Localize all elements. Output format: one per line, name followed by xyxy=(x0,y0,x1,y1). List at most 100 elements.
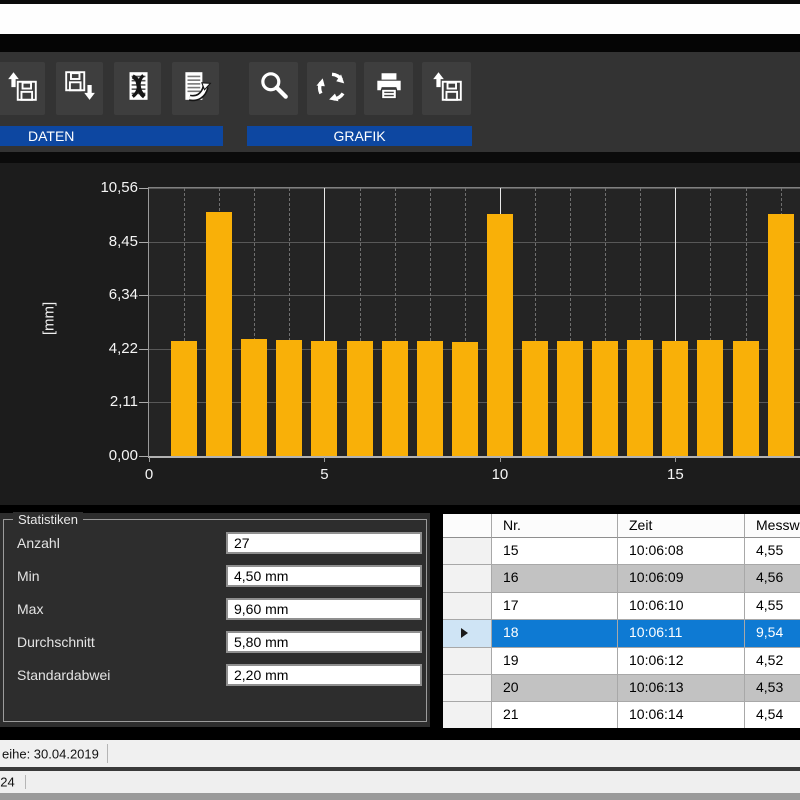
anzahl-field[interactable] xyxy=(226,532,422,554)
printer-icon xyxy=(372,69,406,108)
cell-messwert[interactable]: 4,56 xyxy=(745,565,800,592)
row-selector-cell[interactable] xyxy=(443,620,492,647)
row-selector-cell[interactable] xyxy=(443,648,492,675)
y-tick-label: 6,34 xyxy=(82,286,138,303)
refresh-button[interactable] xyxy=(307,62,356,115)
chart-bar xyxy=(557,341,583,456)
save-graphic-button[interactable] xyxy=(422,62,471,115)
stat-row-durchschnitt: Durchschnitt xyxy=(4,631,426,653)
cell-messwert[interactable]: 9,54 xyxy=(745,620,800,647)
save-data-button[interactable] xyxy=(56,62,103,115)
cell-zeit[interactable]: 10:06:13 xyxy=(618,675,745,702)
cell-nr[interactable]: 15 xyxy=(492,538,618,565)
cell-nr[interactable]: 16 xyxy=(492,565,618,592)
table-row[interactable]: 1510:06:084,55 xyxy=(443,538,800,565)
y-tick-label: 8,45 xyxy=(82,233,138,250)
chart-bar xyxy=(662,341,688,456)
chart-bar xyxy=(487,214,513,456)
x-tick-label: 5 xyxy=(304,466,344,483)
chart-bar xyxy=(697,340,723,456)
min-field[interactable] xyxy=(226,565,422,587)
durchschnitt-field[interactable] xyxy=(226,631,422,653)
table-row[interactable]: 1910:06:124,52 xyxy=(443,648,800,675)
measurement-table: Nr. Zeit Messwert 1510:06:084,551610:06:… xyxy=(443,514,800,728)
cell-zeit[interactable]: 10:06:12 xyxy=(618,648,745,675)
cell-nr[interactable]: 18 xyxy=(492,620,618,647)
title-bar xyxy=(0,4,800,35)
table-body: 1510:06:084,551610:06:094,561710:06:104,… xyxy=(443,538,800,728)
chart-bar xyxy=(241,339,267,456)
separator-strip xyxy=(0,34,800,52)
statistics-title: Statistiken xyxy=(13,512,83,527)
toolbar-group-daten: DATEN xyxy=(0,126,223,146)
bar-chart: [mm] 0,002,114,226,348,4510,56051015 xyxy=(0,163,800,505)
cell-nr[interactable]: 17 xyxy=(492,593,618,620)
status-bar-2: 424 xyxy=(0,771,800,793)
bottom-section: Statistiken Anzahl Min Max Durchschnitt xyxy=(0,505,800,737)
export-data-button[interactable] xyxy=(172,62,219,115)
cell-messwert[interactable]: 4,54 xyxy=(745,702,800,728)
column-header-zeit[interactable]: Zeit xyxy=(618,514,745,538)
cell-messwert[interactable]: 4,53 xyxy=(745,675,800,702)
cell-messwert[interactable]: 4,52 xyxy=(745,648,800,675)
y-tick-mark xyxy=(139,242,148,243)
row-selector-cell[interactable] xyxy=(443,593,492,620)
delete-data-button[interactable] xyxy=(114,62,161,115)
chart-bar xyxy=(171,341,197,456)
table-row[interactable]: 2010:06:134,53 xyxy=(443,675,800,702)
table-row[interactable]: 1810:06:119,54 xyxy=(443,620,800,647)
window-bottom-edge xyxy=(0,793,800,800)
print-button[interactable] xyxy=(364,62,413,115)
cell-zeit[interactable]: 10:06:10 xyxy=(618,593,745,620)
floppy-up-icon xyxy=(430,69,464,108)
cell-nr[interactable]: 19 xyxy=(492,648,618,675)
max-field[interactable] xyxy=(226,598,422,620)
standardabwei-label: Standardabwei xyxy=(17,667,110,683)
cell-zeit[interactable]: 10:06:09 xyxy=(618,565,745,592)
x-tick-mark xyxy=(500,457,501,462)
x-tick-mark xyxy=(149,457,150,462)
row-selector-cell[interactable] xyxy=(443,538,492,565)
column-header-messwert[interactable]: Messwert xyxy=(745,514,800,538)
y-axis-title: [mm] xyxy=(41,299,58,339)
chart-bar xyxy=(311,341,337,456)
chart-bar xyxy=(276,340,302,456)
app-window: DATEN GRAFIK [mm] 0,002,114,226,348,4510… xyxy=(0,0,800,800)
column-header-nr[interactable]: Nr. xyxy=(492,514,618,538)
floppy-down-icon xyxy=(63,69,97,108)
cell-messwert[interactable]: 4,55 xyxy=(745,538,800,565)
toolbar-group-daten-label: DATEN xyxy=(28,126,74,146)
statistics-panel: Statistiken Anzahl Min Max Durchschnitt xyxy=(0,513,430,727)
cell-zeit[interactable]: 10:06:14 xyxy=(618,702,745,728)
open-data-button[interactable] xyxy=(0,62,45,115)
selected-row-arrow-icon xyxy=(461,628,468,638)
stat-row-min: Min xyxy=(4,565,426,587)
stat-row-standardabwei: Standardabwei xyxy=(4,664,426,686)
y-tick-label: 0,00 xyxy=(82,447,138,464)
table-row[interactable]: 2110:06:144,54 xyxy=(443,702,800,728)
gridline-horizontal xyxy=(149,188,800,189)
cell-nr[interactable]: 21 xyxy=(492,702,618,728)
max-label: Max xyxy=(17,601,43,617)
status-separator xyxy=(25,775,26,789)
cell-messwert[interactable]: 4,55 xyxy=(745,593,800,620)
table-row[interactable]: 1710:06:104,55 xyxy=(443,593,800,620)
cell-nr[interactable]: 20 xyxy=(492,675,618,702)
y-tick-mark xyxy=(139,456,148,457)
gridline-horizontal xyxy=(149,295,800,296)
toolbar-group-grafik: GRAFIK xyxy=(247,126,472,146)
status-series-date: eihe: 30.04.2019 xyxy=(2,746,99,761)
row-selector-cell[interactable] xyxy=(443,702,492,728)
cell-zeit[interactable]: 10:06:11 xyxy=(618,620,745,647)
row-selector-cell[interactable] xyxy=(443,565,492,592)
y-tick-label: 10,56 xyxy=(82,179,138,196)
row-selector-cell[interactable] xyxy=(443,675,492,702)
zoom-button[interactable] xyxy=(249,62,298,115)
standardabwei-field[interactable] xyxy=(226,664,422,686)
y-tick-mark xyxy=(139,349,148,350)
chart-bar xyxy=(592,341,618,456)
chart-bar xyxy=(522,341,548,456)
recycle-icon xyxy=(315,69,349,108)
cell-zeit[interactable]: 10:06:08 xyxy=(618,538,745,565)
table-row[interactable]: 1610:06:094,56 xyxy=(443,565,800,592)
